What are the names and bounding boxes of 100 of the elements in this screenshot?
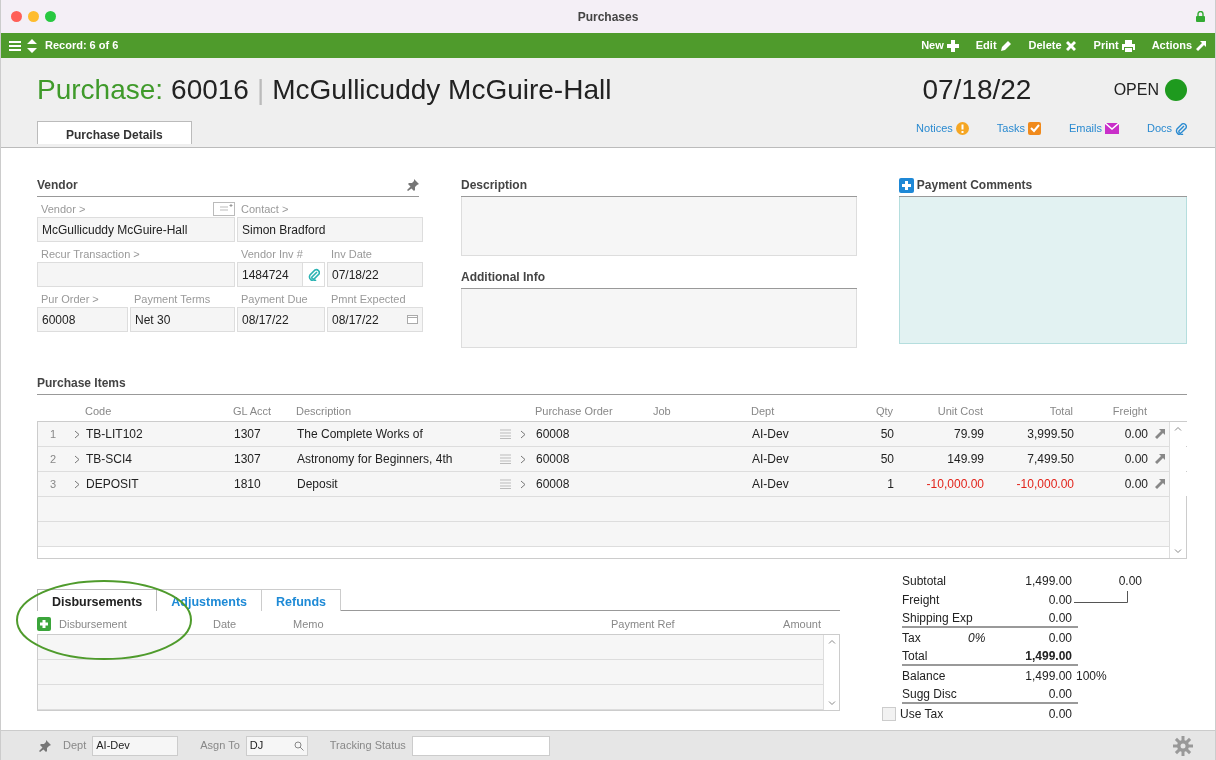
- input-field[interactable]: Net 30: [130, 307, 235, 332]
- line-number: 2: [48, 451, 58, 467]
- column-header: Description: [296, 403, 353, 419]
- tab[interactable]: Refunds: [262, 589, 341, 611]
- input-field[interactable]: DJ: [245, 735, 308, 756]
- window-title: Purchases: [577, 8, 639, 26]
- window-control-button[interactable]: [28, 11, 39, 22]
- column-header: Amount: [783, 618, 821, 630]
- total-value: 0.00: [1047, 705, 1072, 723]
- status-dot: [1165, 79, 1187, 101]
- menu-icon[interactable]: [9, 39, 21, 52]
- tab[interactable]: Purchase Details: [37, 120, 192, 144]
- chevron-icon[interactable]: [520, 454, 526, 464]
- table-cell-text: 149.99: [946, 451, 984, 468]
- input-field[interactable]: 08/17/22: [237, 307, 325, 332]
- purchase-date: 07/18/22: [922, 73, 1032, 107]
- line-number: 3: [48, 476, 58, 492]
- settings-icon[interactable]: [1173, 735, 1193, 756]
- total-label: Use Tax: [900, 705, 944, 723]
- sort-icon[interactable]: [27, 38, 37, 53]
- search-icon[interactable]: [293, 740, 304, 751]
- total-label: Freight: [902, 591, 941, 609]
- tab[interactable]: Disbursements: [37, 589, 158, 611]
- window-control-button[interactable]: [11, 11, 22, 22]
- input-field[interactable]: McGullicuddy McGuire-Hall: [37, 217, 235, 242]
- field-label: Vendor Inv #: [241, 246, 303, 262]
- total-note: 0.00: [1117, 572, 1142, 590]
- chevron-icon[interactable]: [520, 479, 526, 489]
- text-area[interactable]: [461, 289, 857, 348]
- field-label: Pmnt Expected: [331, 291, 406, 307]
- section-title: Purchase Items: [37, 375, 126, 392]
- scroll-up-icon[interactable]: [827, 639, 836, 644]
- table-cell-text: -10,000.00: [925, 476, 984, 493]
- field-label: Pur Order >: [41, 291, 99, 307]
- input-field[interactable]: 60008: [37, 307, 128, 332]
- total-label: Balance: [902, 667, 947, 685]
- table-cell-text: 60008: [536, 476, 571, 493]
- field-label: Payment Due: [241, 291, 308, 307]
- chevron-icon[interactable]: [520, 429, 526, 439]
- table-cell-text: 7,499.50: [1026, 451, 1074, 468]
- text-area[interactable]: [461, 197, 857, 256]
- envelope-icon: [1104, 122, 1119, 134]
- table-cell-text: 1307: [234, 451, 262, 468]
- table-cell-text: 3,999.50: [1026, 426, 1074, 443]
- table-cell-text: TB-LIT102: [86, 426, 144, 443]
- total-label: Sugg Disc: [902, 686, 958, 703]
- column-header: Disbursement: [59, 616, 127, 632]
- column-header: Total: [1048, 403, 1073, 419]
- table-cell-text: 0.00: [1123, 426, 1148, 443]
- list-icon[interactable]: [500, 479, 511, 489]
- chevron-icon[interactable]: [74, 479, 80, 489]
- checkbox[interactable]: [882, 706, 896, 721]
- add-icon[interactable]: [898, 177, 914, 193]
- column-header: Payment Ref: [611, 618, 675, 630]
- tax-rate: 0%: [968, 629, 987, 647]
- input-field[interactable]: [411, 735, 550, 756]
- arrow-icon[interactable]: [1155, 454, 1165, 464]
- purchase-number: 60016: [171, 73, 249, 107]
- field-label: Contact >: [241, 201, 289, 217]
- field-label: Asgn To: [200, 738, 240, 754]
- table-cell-text: Deposit: [297, 476, 339, 493]
- input-field[interactable]: Simon Bradford: [237, 217, 423, 242]
- arrow-icon[interactable]: [1155, 429, 1165, 439]
- list-icon[interactable]: [500, 454, 511, 464]
- field-label: Tracking Status: [329, 738, 406, 754]
- add-icon[interactable]: [37, 617, 51, 631]
- scroll-down-icon[interactable]: [827, 701, 836, 706]
- task-icon: [1027, 121, 1041, 135]
- input-field[interactable]: 07/18/22: [327, 262, 423, 287]
- purchase-label: Purchase:: [37, 73, 164, 107]
- total-label: Subtotal: [902, 572, 948, 590]
- scroll-up-icon[interactable]: [1174, 426, 1182, 431]
- total-value: 0.00: [1047, 591, 1072, 609]
- paperclip-icon: [1175, 121, 1187, 135]
- total-label: Tax: [902, 629, 922, 647]
- field-label: Vendor >: [41, 201, 86, 217]
- input-field[interactable]: 08/17/22: [327, 307, 423, 332]
- table-cell-text: 0.00: [1123, 476, 1148, 493]
- arrow-icon[interactable]: [1155, 479, 1165, 489]
- input-field[interactable]: AI-Dev: [92, 735, 179, 756]
- total-value: 0.00: [1047, 686, 1072, 703]
- section-title: Additional Info: [461, 269, 545, 286]
- note-icon[interactable]: [213, 202, 235, 216]
- column-header: Dept: [751, 403, 776, 419]
- window-control-button[interactable]: [45, 11, 56, 22]
- calendar-icon[interactable]: [407, 315, 418, 324]
- total-value: 0.00: [1047, 610, 1072, 627]
- input-field[interactable]: [37, 262, 235, 287]
- chevron-icon[interactable]: [74, 454, 80, 464]
- field-label: Recur Transaction >: [41, 246, 140, 262]
- table-cell-text: DEPOSIT: [86, 476, 140, 493]
- record-counter: Record: 6 of 6: [45, 38, 119, 54]
- total-value: 1,499.00: [1024, 648, 1072, 665]
- scroll-down-icon[interactable]: [1174, 549, 1182, 554]
- printer-icon: [1121, 39, 1135, 52]
- warning-icon: [955, 121, 969, 135]
- list-icon[interactable]: [500, 429, 511, 439]
- column-header: Unit Cost: [936, 403, 983, 419]
- chevron-icon[interactable]: [74, 429, 80, 439]
- column-header: GL Acct: [233, 403, 273, 419]
